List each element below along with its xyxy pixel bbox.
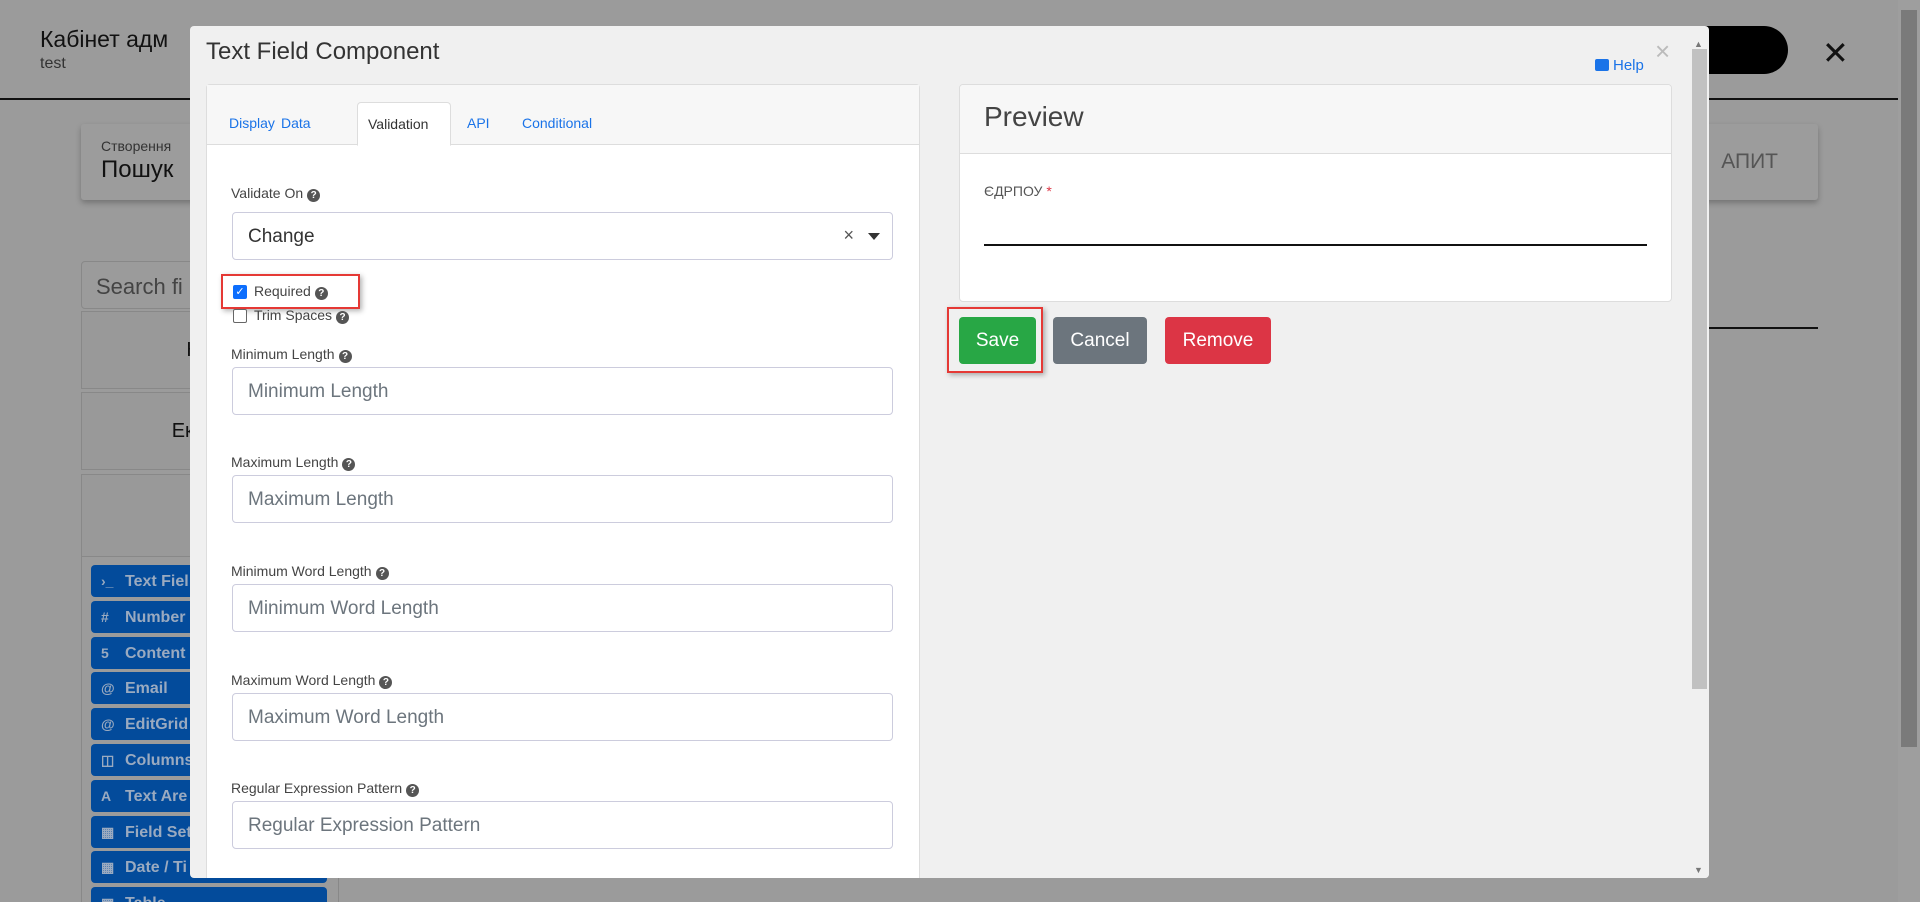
help-icon: ? <box>375 567 389 580</box>
component-label: Number <box>125 608 186 626</box>
field-input-3[interactable]: Maximum Word Length <box>232 693 893 741</box>
component-9[interactable]: ▦Table <box>91 887 327 902</box>
field-input-1[interactable]: Maximum Length <box>232 475 893 523</box>
required-checkbox[interactable]: ✓ <box>233 285 247 299</box>
columns-icon: ◫ <box>101 752 115 768</box>
required-label: Required? <box>254 283 328 300</box>
field-input-4[interactable]: Regular Expression Pattern <box>232 801 893 849</box>
component-label: Table <box>125 895 166 902</box>
component-label: Text Fiel <box>125 573 189 590</box>
page-scrollbar-thumb[interactable] <box>1901 10 1917 747</box>
trim-spaces-checkbox[interactable] <box>233 309 247 323</box>
page-scrollbar[interactable] <box>1898 0 1920 902</box>
preview-field-input[interactable] <box>984 244 1647 246</box>
required-mark: * <box>1046 183 1052 199</box>
help-icon: ? <box>342 458 356 471</box>
help-icon: ? <box>379 676 393 689</box>
tab-conditional[interactable]: Conditional <box>512 102 602 145</box>
field-label: Maximum Length? <box>231 454 356 471</box>
help-label: Help <box>1613 57 1644 74</box>
field-label: Regular Expression Pattern? <box>231 780 420 797</box>
help-link[interactable]: Help <box>1595 57 1644 74</box>
dialog-scrollbar[interactable]: ▲ ▼ <box>1690 39 1709 878</box>
close-icon[interactable]: × <box>1655 36 1670 67</box>
component-label: Field Set <box>125 823 192 841</box>
field-input-2[interactable]: Minimum Word Length <box>232 584 893 632</box>
page-title: Кабінет адм <box>40 26 169 52</box>
cancel-button[interactable]: Cancel <box>1053 317 1147 364</box>
save-button[interactable]: Save <box>959 317 1036 364</box>
tab-data[interactable]: Data <box>271 102 321 145</box>
terminal-icon: ›_ <box>101 573 114 589</box>
preview-title: Preview <box>960 85 1671 154</box>
component-label: Columns <box>125 752 194 769</box>
selected-value: Change <box>248 226 315 247</box>
field-label: Maximum Word Length? <box>231 672 393 689</box>
th-large-icon: ▦ <box>101 823 115 840</box>
font-icon: A <box>101 787 112 804</box>
card-action[interactable]: АПИТ <box>1721 150 1778 174</box>
page-close-icon[interactable]: ✕ <box>1822 34 1849 72</box>
remove-button[interactable]: Remove <box>1165 317 1271 364</box>
component-label: Date / Ti <box>125 859 187 877</box>
card-heading: Пошук <box>101 156 174 183</box>
scroll-up-icon[interactable]: ▲ <box>1694 39 1703 49</box>
clear-icon[interactable]: × <box>843 225 854 246</box>
text-field-component-dialog: Text Field Component × Help Display Data… <box>190 26 1709 878</box>
tab-validation[interactable]: Validation <box>357 102 451 146</box>
validate-on-label: Validate On? <box>231 185 321 202</box>
help-icon: ? <box>336 311 350 324</box>
trim-spaces-label: Trim Spaces? <box>254 307 350 324</box>
preview-panel: Preview ЄДРПОУ * <box>959 84 1672 302</box>
help-icon: ? <box>314 287 328 300</box>
calendar-icon: ▦ <box>101 859 115 876</box>
page-subtitle: test <box>40 55 66 72</box>
component-label: Text Are <box>125 787 188 805</box>
help-icon: ? <box>406 784 420 797</box>
caret-down-icon[interactable] <box>868 233 880 240</box>
component-label: EditGrid <box>125 716 189 734</box>
field-input-0[interactable]: Minimum Length <box>232 367 893 415</box>
external-link-icon <box>1595 59 1609 71</box>
background-divider <box>1708 327 1818 329</box>
dialog-title: Text Field Component <box>206 38 440 65</box>
help-icon: ? <box>338 350 352 363</box>
help-icon: ? <box>307 189 321 202</box>
component-label: Content <box>125 644 186 662</box>
preview-field-label: ЄДРПОУ * <box>984 183 1052 199</box>
table-icon: ▦ <box>101 887 125 902</box>
field-label: Minimum Length? <box>231 346 352 363</box>
validate-on-select[interactable]: Change × <box>232 212 893 260</box>
at-icon: @ <box>101 716 115 733</box>
scroll-down-icon[interactable]: ▼ <box>1694 865 1703 875</box>
field-label: Minimum Word Length? <box>231 563 389 580</box>
html5-icon: 5 <box>101 644 109 661</box>
component-label: Email <box>125 680 168 698</box>
settings-panel: Display Data Validation API Conditional … <box>206 84 920 878</box>
hash-icon: # <box>101 608 109 625</box>
at-icon: @ <box>101 680 115 697</box>
dialog-scrollbar-thumb[interactable] <box>1692 49 1707 689</box>
settings-tabs: Display Data Validation API Conditional <box>207 85 919 146</box>
card-caption: Створення <box>101 138 172 154</box>
tab-api[interactable]: API <box>457 102 500 145</box>
